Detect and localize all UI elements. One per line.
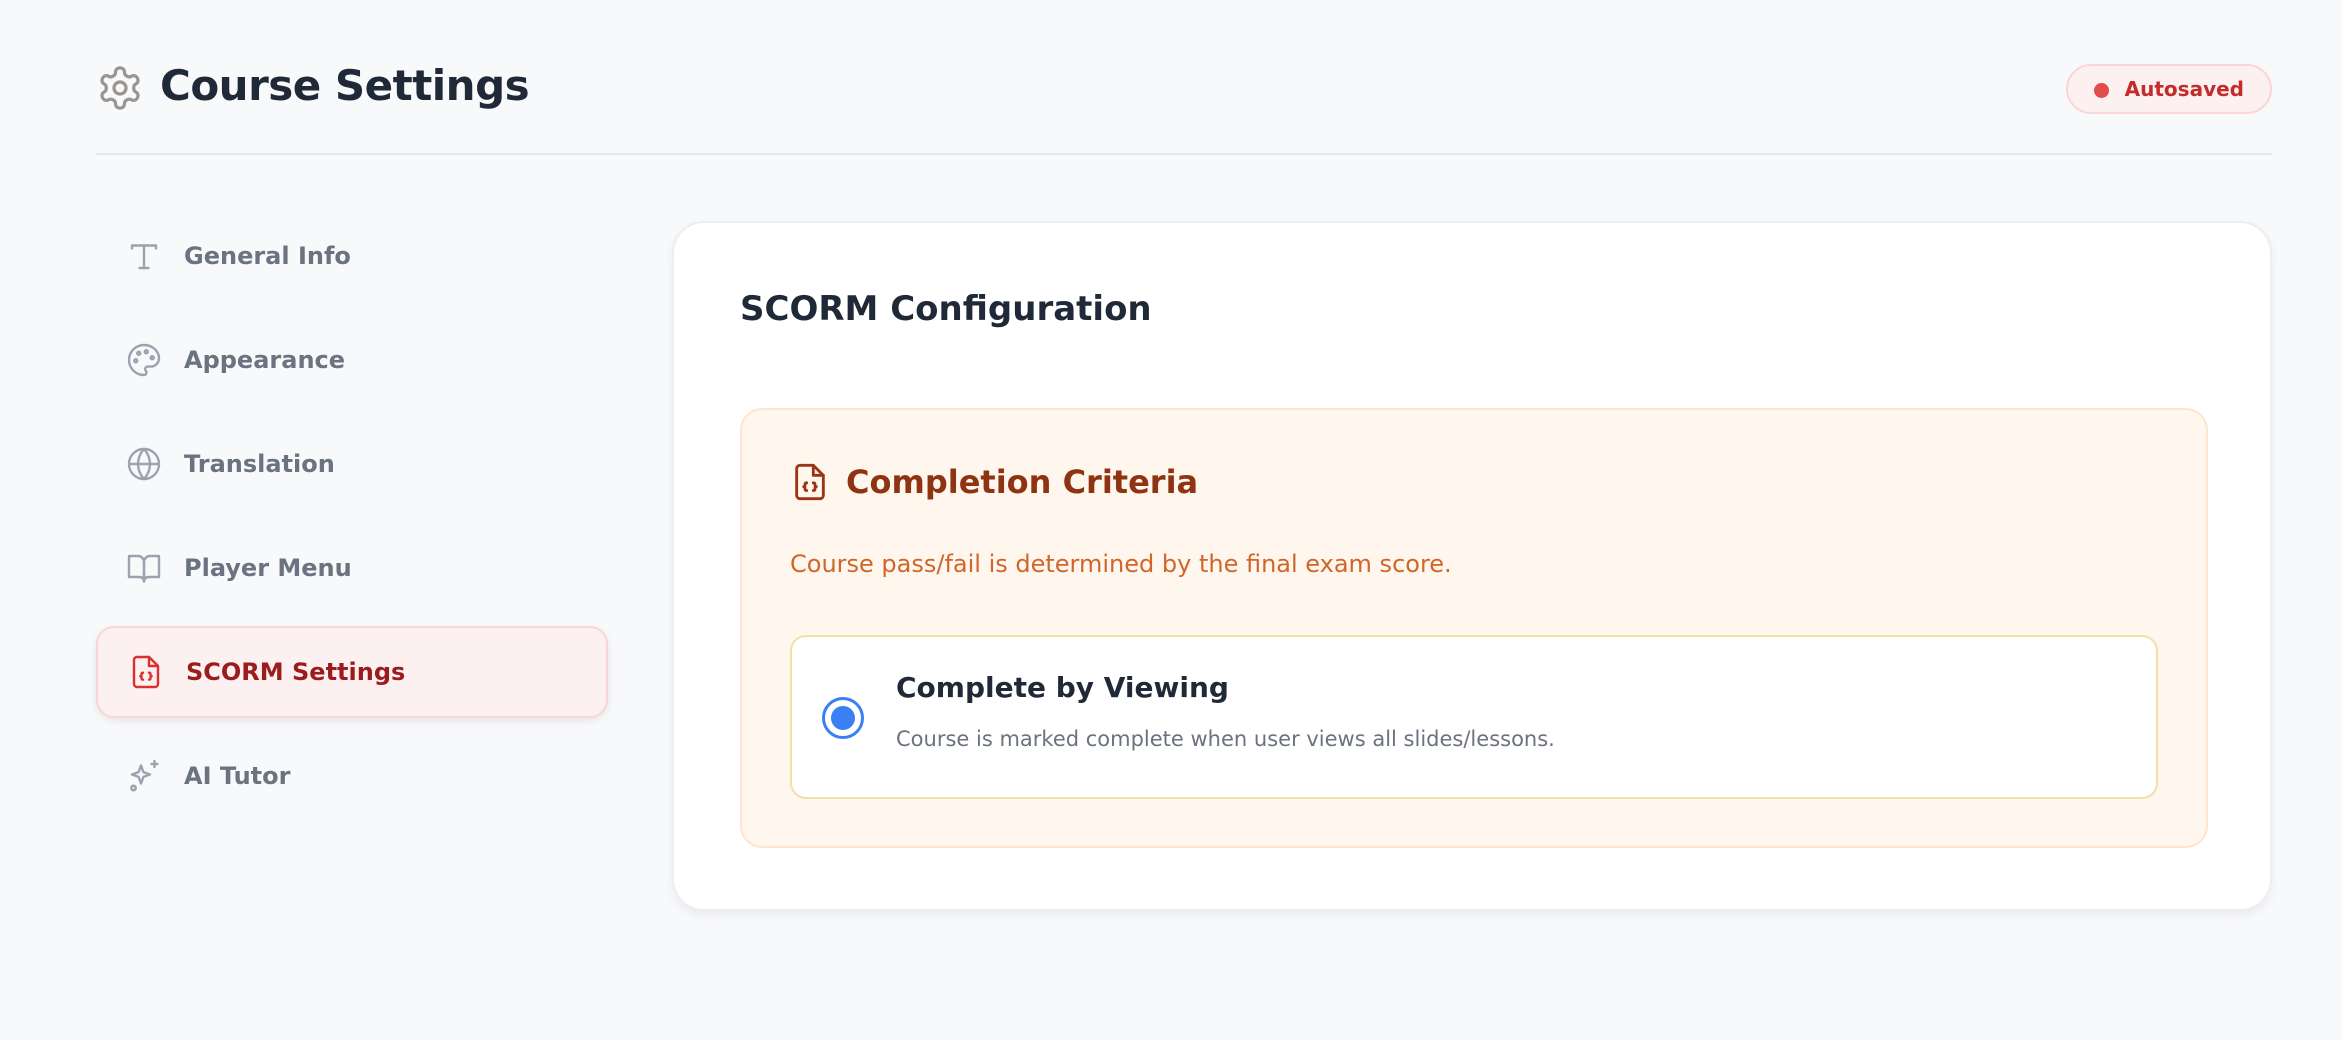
file-code-icon	[795, 463, 825, 501]
sidebar-item-appearance[interactable]: Appearance	[96, 314, 608, 406]
sidebar-item-general-info[interactable]: General Info	[96, 210, 608, 302]
sparkles-icon	[130, 759, 159, 792]
file-code-icon	[132, 655, 160, 689]
panel-description: Course pass/fail is determined by the fi…	[790, 550, 1452, 578]
sidebar-item-player-menu[interactable]: Player Menu	[96, 522, 608, 614]
text-icon	[130, 244, 158, 270]
page-header: Course Settings Autosaved	[96, 50, 2272, 155]
autosave-status-badge: Autosaved	[2065, 64, 2272, 114]
book-open-icon	[127, 554, 161, 583]
palette-icon	[127, 343, 161, 377]
complete-by-viewing-radio[interactable]	[822, 697, 864, 739]
sidebar-item-scorm-settings[interactable]: SCORM Settings	[96, 626, 608, 718]
sidebar-item-label: Translation	[184, 450, 335, 478]
sidebar-item-ai-tutor[interactable]: AI Tutor	[96, 730, 608, 822]
status-dot-icon	[2093, 83, 2109, 98]
sidebar-item-translation[interactable]: Translation	[96, 418, 608, 510]
scorm-configuration-card: SCORM Configuration Completion Criteria …	[672, 221, 2272, 911]
completion-criteria-panel: Completion Criteria Course pass/fail is …	[740, 408, 2208, 848]
section-title: SCORM Configuration	[740, 289, 1152, 329]
sidebar-item-label: Appearance	[184, 346, 346, 374]
status-badge-label: Autosaved	[2124, 77, 2244, 101]
sidebar-item-label: General Info	[184, 242, 351, 270]
page-title: Course Settings	[160, 60, 530, 110]
complete-by-viewing-option[interactable]: Complete by Viewing Course is marked com…	[790, 635, 2158, 799]
option-title: Complete by Viewing	[896, 671, 1229, 704]
option-description: Course is marked complete when user view…	[896, 727, 1555, 751]
sidebar-item-label: AI Tutor	[184, 762, 291, 790]
settings-sidebar: General Info Appearance Translation Play…	[96, 210, 608, 834]
gear-icon	[100, 66, 140, 110]
title-group: Course Settings	[96, 58, 530, 112]
sidebar-item-label: SCORM Settings	[186, 658, 406, 686]
panel-title: Completion Criteria	[846, 463, 1199, 501]
panel-header: Completion Criteria	[790, 462, 1198, 502]
globe-icon	[127, 447, 161, 481]
sidebar-item-label: Player Menu	[184, 554, 352, 582]
course-settings-page: Course Settings Autosaved General Info A…	[0, 0, 2342, 1040]
